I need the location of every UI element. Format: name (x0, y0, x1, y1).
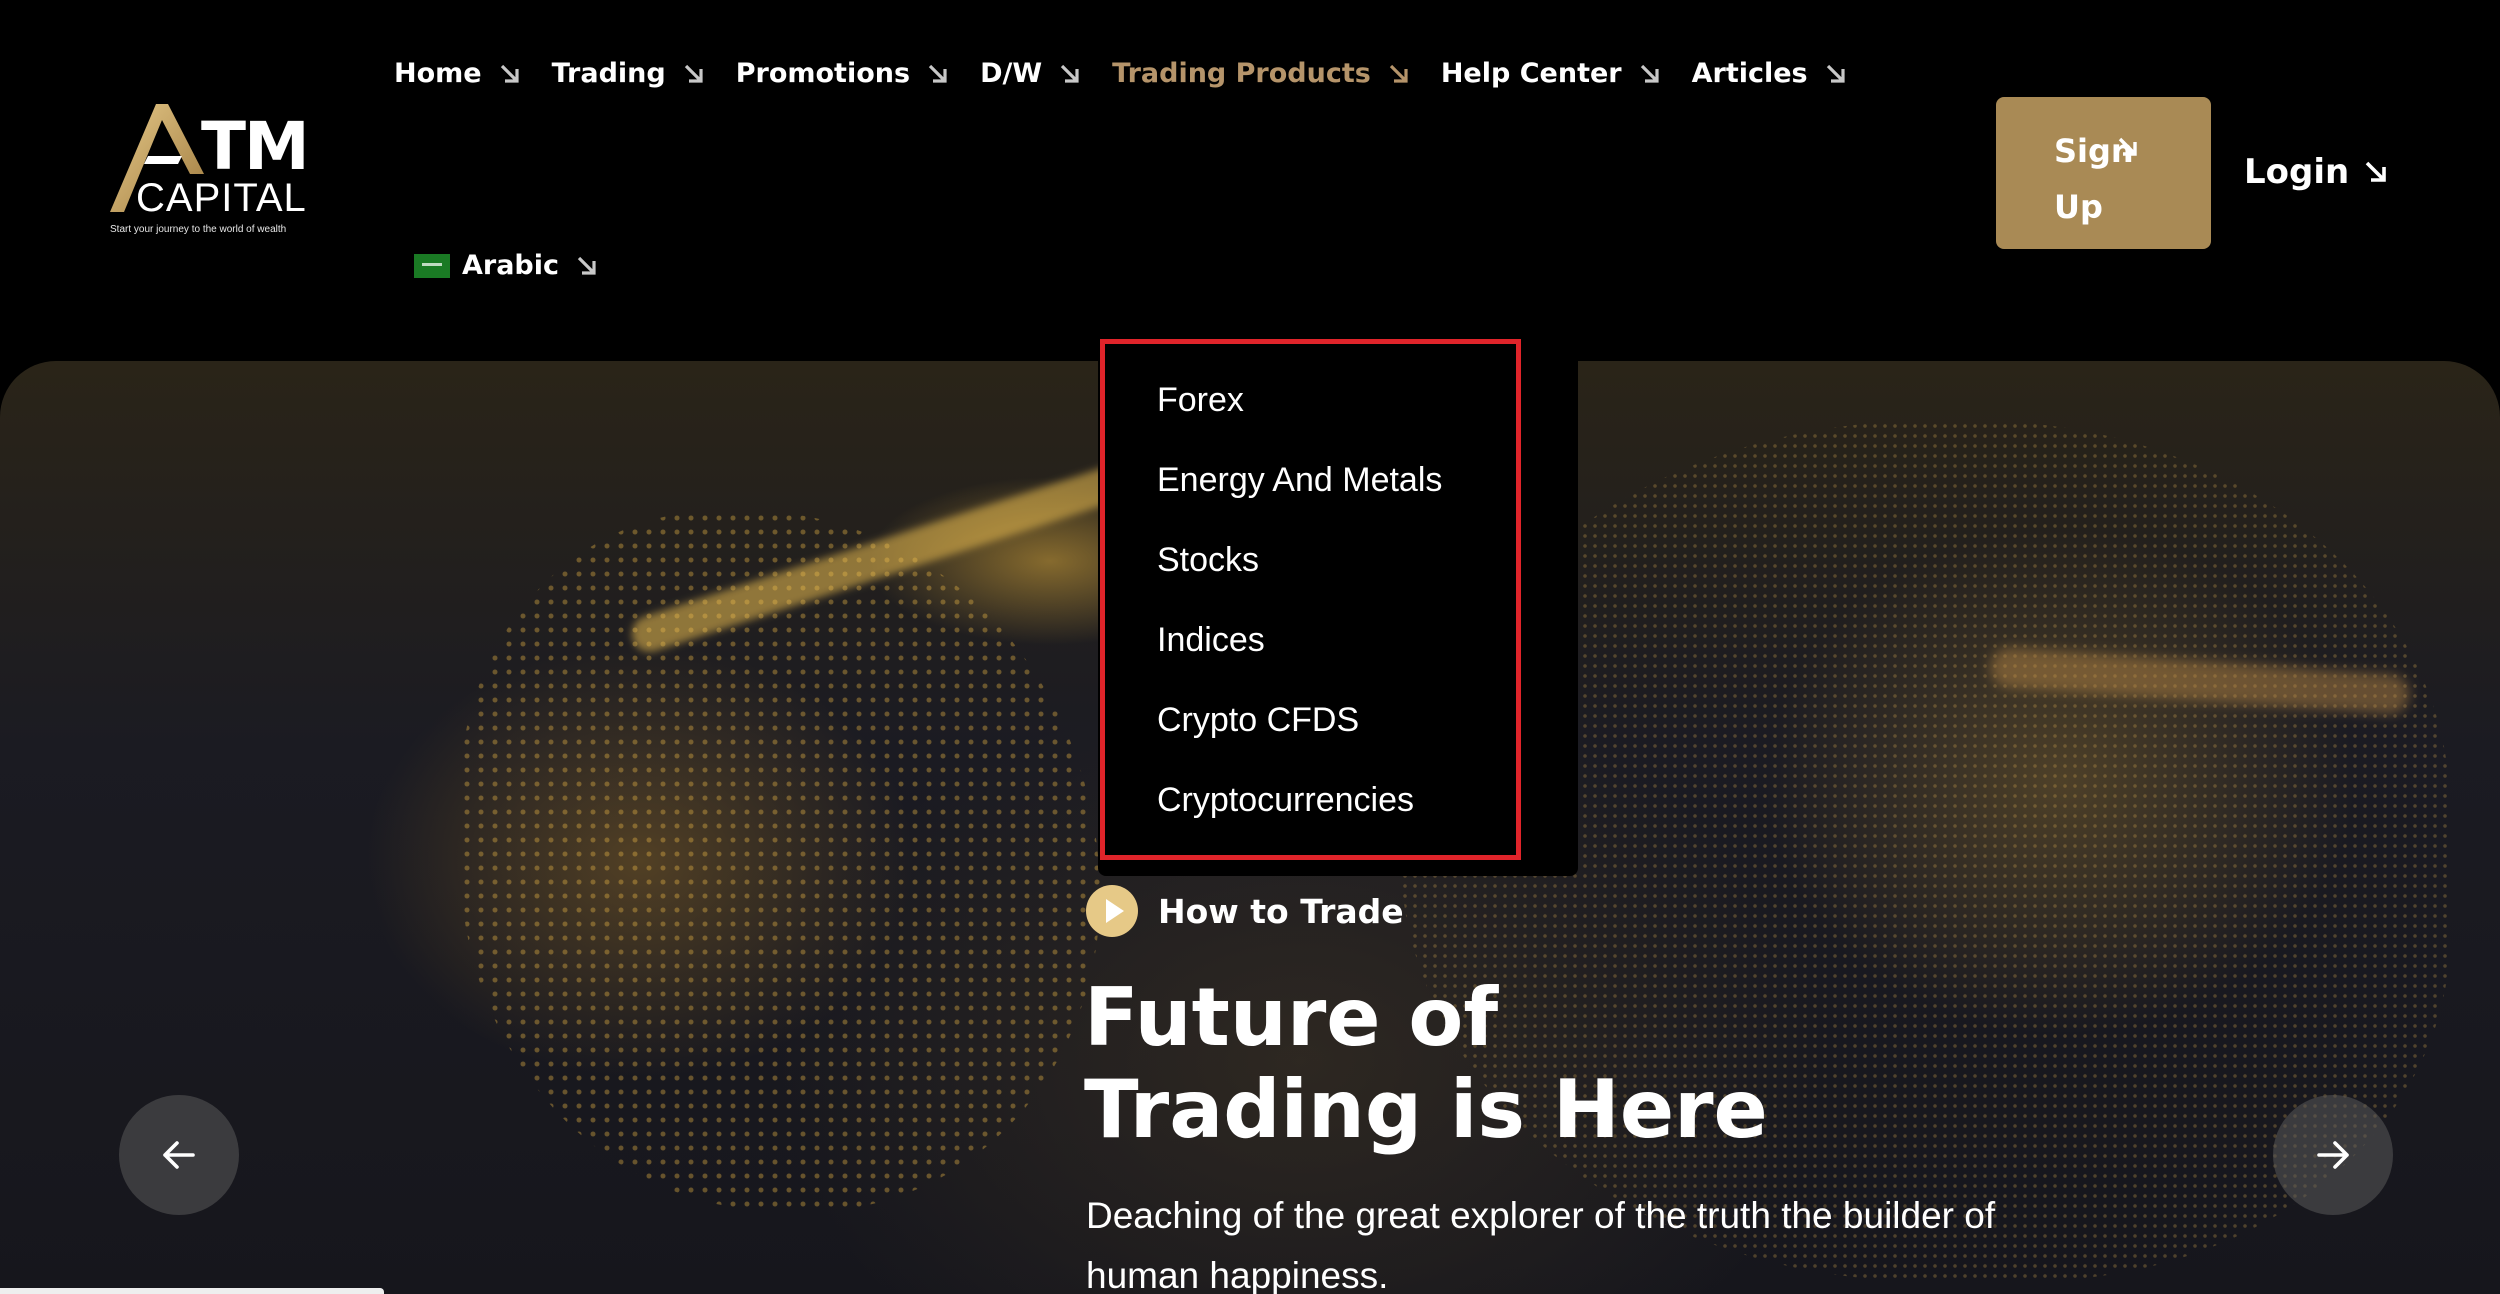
nav-item-label: D/W (980, 58, 1043, 89)
hero-subtitle: Deaching of the great explorer of the tr… (1086, 1195, 1996, 1294)
nav-item-label: Home (394, 58, 482, 89)
arrow-down-right-icon (500, 64, 519, 83)
nav-item-trading-products[interactable]: Trading Products (1112, 58, 1410, 89)
saudi-flag-icon (414, 253, 450, 278)
nav-item-promotions[interactable]: Promotions (736, 58, 949, 89)
nav-item-help-center[interactable]: Help Center (1441, 58, 1661, 89)
arrow-left-icon (163, 1141, 195, 1169)
nav-item-label: Trading Products (1112, 58, 1371, 89)
arrow-down-right-icon (2118, 137, 2137, 156)
login-label: Login (2244, 152, 2350, 192)
how-to-trade-label: How to Trade (1158, 891, 1404, 931)
carousel-prev-button[interactable] (119, 1095, 239, 1215)
logo-text-capital: CAPITAL (136, 176, 307, 220)
play-icon (1086, 885, 1138, 937)
arrow-right-icon (2317, 1141, 2349, 1169)
main-nav: Home Trading Promotions D/W Trading Prod… (394, 58, 1878, 89)
page: TM CAPITAL Start your journey to the wor… (0, 0, 2500, 1294)
arrow-down-right-icon (1826, 64, 1845, 83)
trading-products-dropdown: Forex Energy And Metals Stocks Indices C… (1098, 338, 1578, 876)
arrow-down-right-icon (577, 256, 596, 275)
bottom-progress-bar (0, 1288, 384, 1294)
atm-capital-logo[interactable]: TM CAPITAL Start your journey to the wor… (108, 102, 328, 242)
nav-item-label: Help Center (1440, 58, 1622, 89)
arrow-down-right-icon (1640, 64, 1659, 83)
dropdown-item-cryptocurrencies[interactable]: Cryptocurrencies (1157, 780, 1578, 860)
arrow-down-right-icon (1389, 64, 1408, 83)
hero-title: Future of Trading is Here (1084, 972, 1984, 1156)
hero-title-line1: Future of (1084, 971, 1499, 1064)
signup-label-line2: Up (2054, 188, 2103, 226)
carousel-next-button[interactable] (2273, 1095, 2393, 1215)
logo-text-tm: TM (201, 108, 310, 185)
hero-background-bull (460, 511, 1100, 1211)
arrow-down-right-icon (684, 64, 703, 83)
signup-button[interactable]: Sign Up (1996, 97, 2211, 249)
nav-item-trading[interactable]: Trading (552, 58, 705, 89)
dropdown-item-energy-and-metals[interactable]: Energy And Metals (1157, 460, 1578, 540)
login-button[interactable]: Login (2244, 152, 2389, 192)
language-selector[interactable]: Arabic (414, 250, 598, 281)
hero-title-line2: Trading is Here (1084, 1063, 1768, 1156)
dropdown-item-indices[interactable]: Indices (1157, 620, 1578, 700)
dropdown-item-crypto-cfds[interactable]: Crypto CFDS (1157, 700, 1578, 780)
nav-item-label: Trading (551, 58, 666, 89)
nav-item-articles[interactable]: Articles (1692, 58, 1847, 89)
dropdown-item-stocks[interactable]: Stocks (1157, 540, 1578, 620)
arrow-down-right-icon (928, 64, 947, 83)
nav-item-label: Articles (1691, 58, 1808, 89)
arrow-down-right-icon (1060, 64, 1079, 83)
how-to-trade-link[interactable]: How to Trade (1086, 885, 1404, 937)
arrow-down-right-icon (2365, 161, 2387, 182)
nav-item-label: Promotions (735, 58, 911, 89)
language-label: Arabic (462, 250, 560, 281)
dropdown-list: Forex Energy And Metals Stocks Indices C… (1098, 338, 1578, 860)
nav-item-home[interactable]: Home (394, 58, 521, 89)
nav-item-dw[interactable]: D/W (980, 58, 1081, 89)
dropdown-item-forex[interactable]: Forex (1157, 380, 1578, 460)
logo-tagline: Start your journey to the world of wealt… (110, 224, 287, 235)
